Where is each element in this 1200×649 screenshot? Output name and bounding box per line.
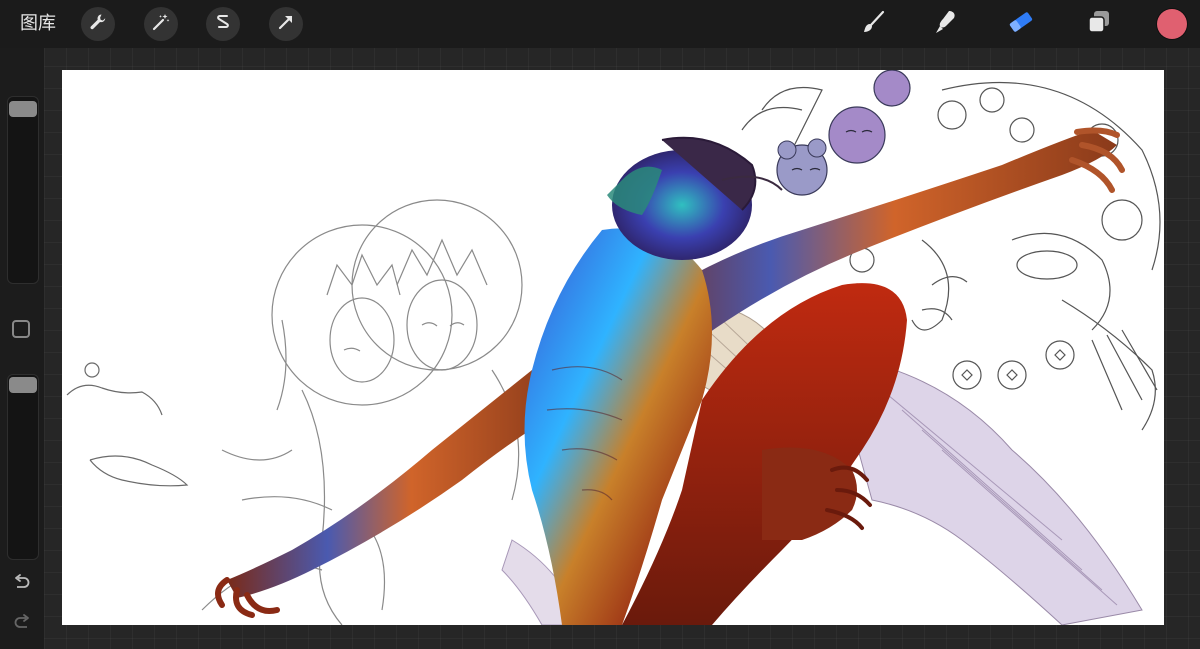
layers-button[interactable] <box>1082 7 1116 41</box>
brush-size-thumb[interactable] <box>9 101 37 117</box>
modify-button[interactable] <box>12 320 30 338</box>
gallery-button[interactable]: 图库 <box>20 12 56 36</box>
procreate-app: 图库 <box>0 0 1200 649</box>
transform-arrow-icon <box>276 12 296 36</box>
brush-size-slider[interactable] <box>7 96 39 284</box>
selection-button[interactable] <box>206 7 240 41</box>
eraser-icon <box>1007 8 1035 40</box>
actions-button[interactable] <box>81 7 115 41</box>
opacity-thumb[interactable] <box>9 377 37 393</box>
opacity-slider[interactable] <box>7 374 39 560</box>
smudge-icon <box>932 8 960 40</box>
undo-icon <box>12 573 32 597</box>
magic-wand-icon <box>151 12 171 36</box>
adjustments-button[interactable] <box>144 7 178 41</box>
redo-icon <box>12 613 32 637</box>
eraser-button[interactable] <box>1004 7 1038 41</box>
redo-button[interactable] <box>11 614 33 636</box>
lineart-bodhisattvas <box>201 199 523 625</box>
undo-button[interactable] <box>11 574 33 596</box>
left-sidebar <box>0 48 44 649</box>
brush-button[interactable] <box>857 7 891 41</box>
lineart-running-figure <box>66 362 189 487</box>
color-swatch-button[interactable] <box>1157 9 1187 39</box>
selection-icon <box>213 12 233 36</box>
layers-icon <box>1085 8 1113 40</box>
floating-doll-heads <box>776 70 911 196</box>
top-toolbar: 图库 <box>0 0 1200 48</box>
drawing-canvas[interactable] <box>62 70 1164 625</box>
brush-icon <box>860 8 888 40</box>
wrench-icon <box>88 12 108 36</box>
canvas-artwork <box>66 70 1161 625</box>
smudge-button[interactable] <box>929 7 963 41</box>
transform-button[interactable] <box>269 7 303 41</box>
